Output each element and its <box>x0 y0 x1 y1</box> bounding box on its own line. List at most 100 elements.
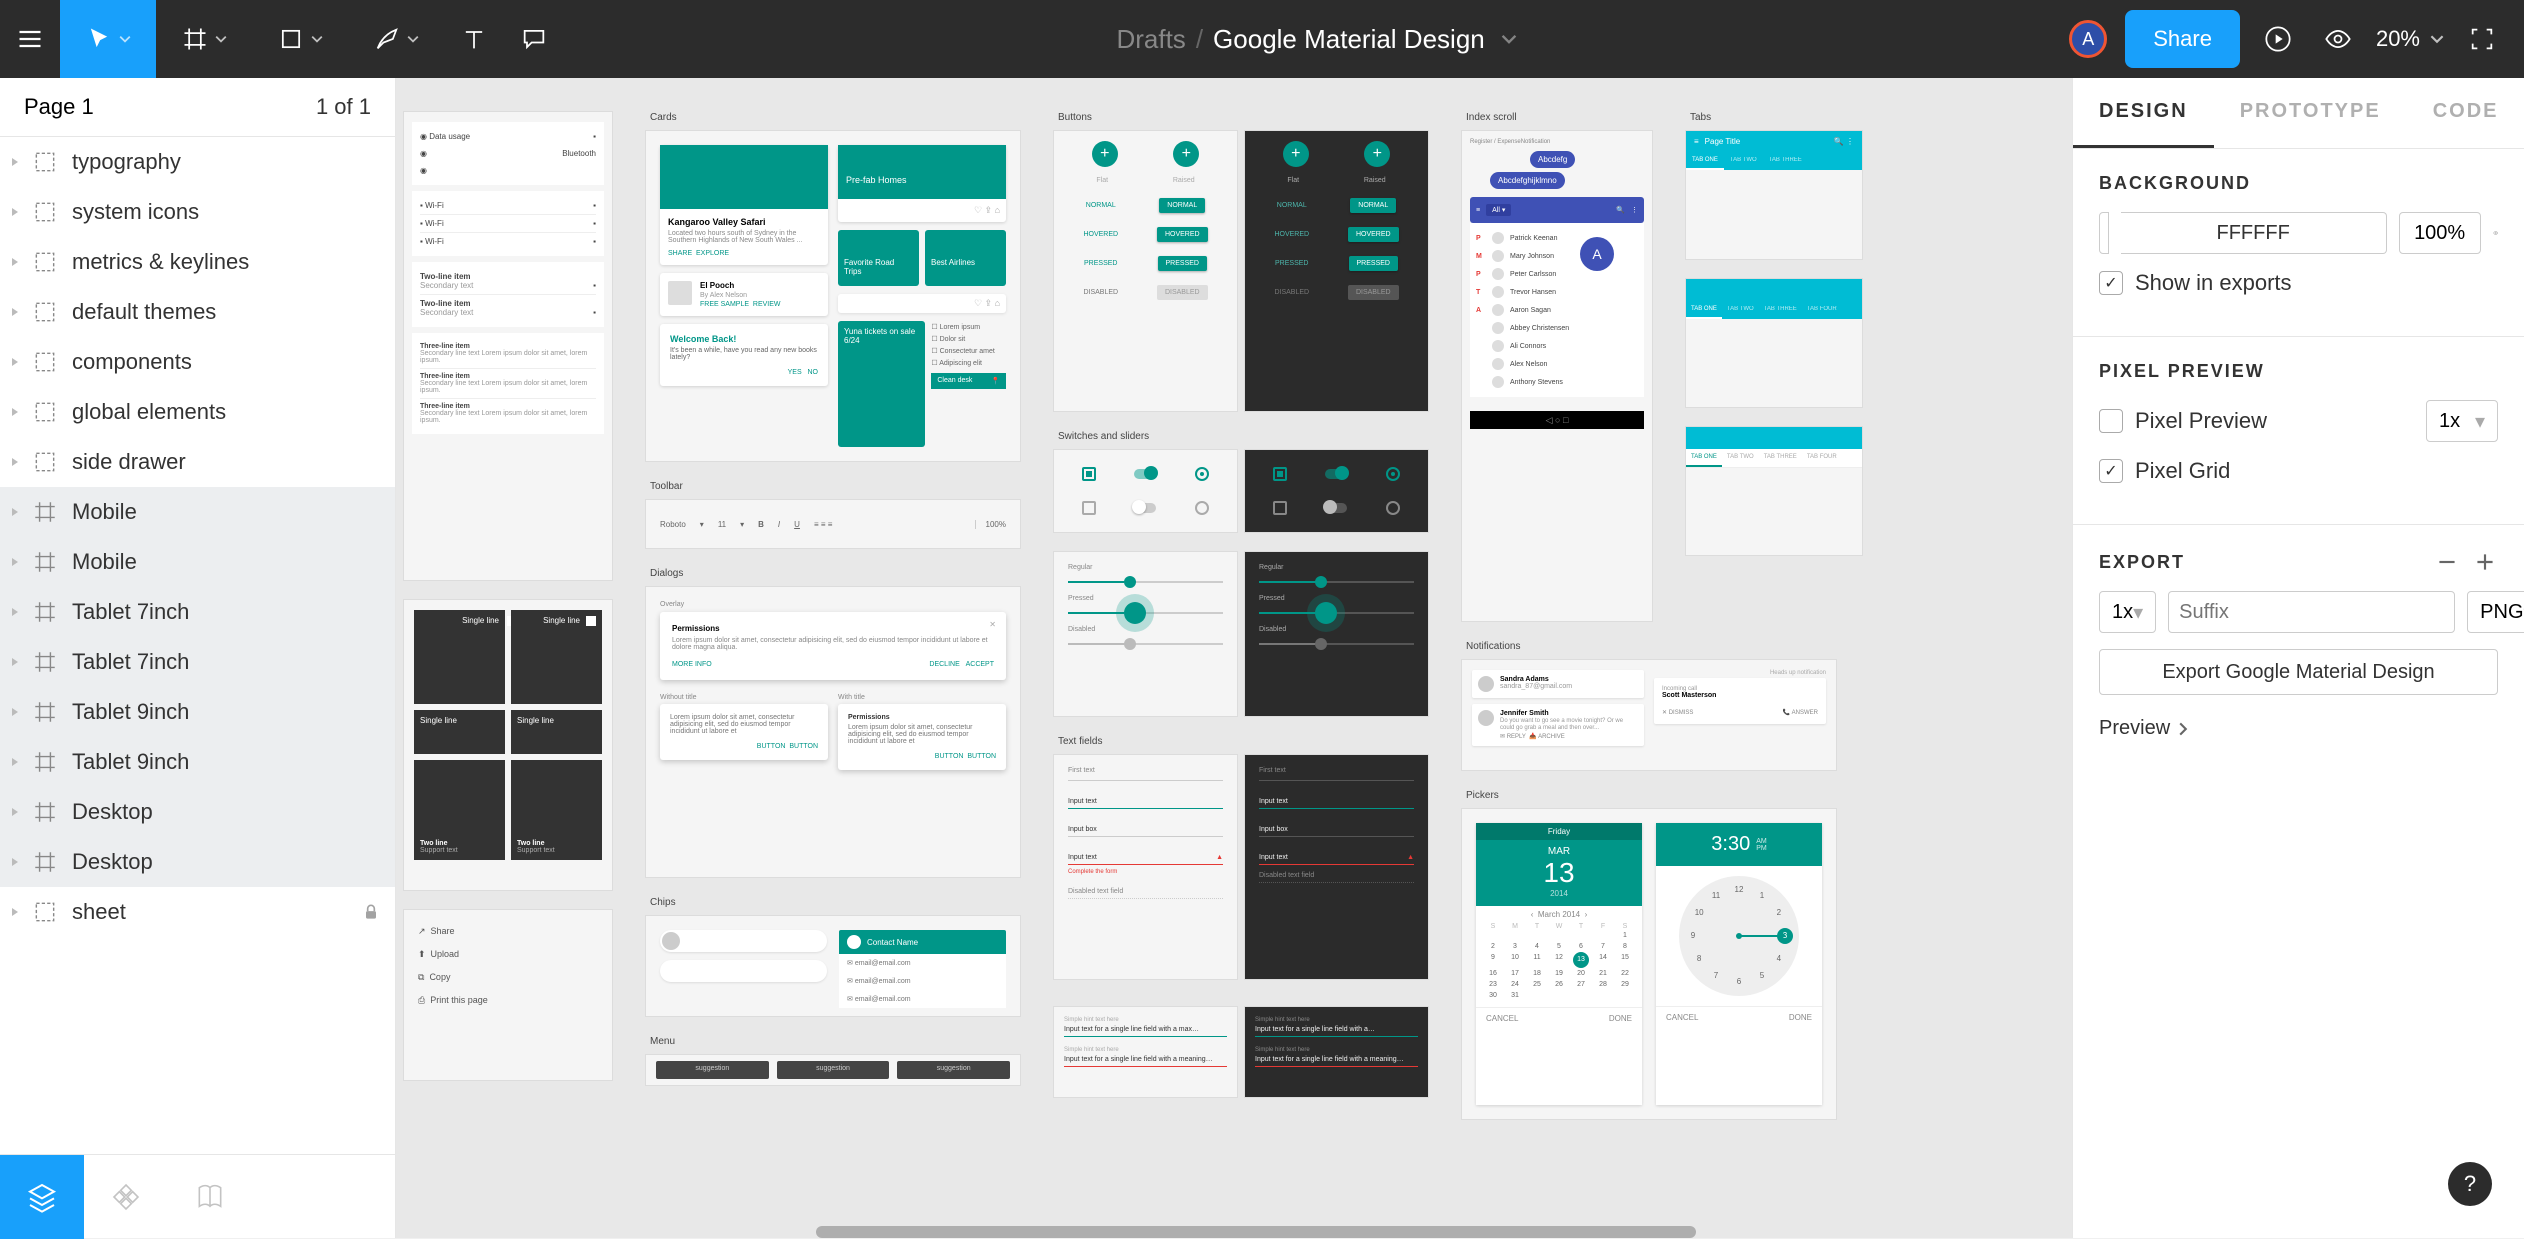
group-icon <box>32 149 58 175</box>
layer-row[interactable]: Mobile <box>0 537 395 587</box>
export-preview-toggle[interactable]: Preview <box>2099 717 2498 740</box>
expand-panel-button[interactable] <box>2452 0 2512 78</box>
tab-design[interactable]: DESIGN <box>2073 78 2214 148</box>
layer-label: components <box>72 349 192 375</box>
layer-row[interactable]: Desktop <box>0 787 395 837</box>
layer-row[interactable]: Tablet 7inch <box>0 587 395 637</box>
group-icon <box>32 899 58 925</box>
left-panel-tabs <box>0 1154 395 1238</box>
frame-icon <box>32 699 58 725</box>
export-button[interactable]: Export Google Material Design <box>2099 649 2498 695</box>
layer-row[interactable]: sheet <box>0 887 395 937</box>
layer-row[interactable]: Desktop <box>0 837 395 887</box>
layer-row[interactable]: metrics & keylines <box>0 237 395 287</box>
layer-row[interactable]: global elements <box>0 387 395 437</box>
layer-row[interactable]: Mobile <box>0 487 395 537</box>
group-icon <box>32 449 58 475</box>
export-format-select[interactable]: PNG▾ <box>2467 591 2524 633</box>
layer-label: Desktop <box>72 799 153 825</box>
frame-icon <box>32 799 58 825</box>
layer-row[interactable]: typography <box>0 137 395 187</box>
layer-label: Mobile <box>72 499 137 525</box>
layer-label: Tablet 9inch <box>72 749 189 775</box>
layer-row[interactable]: Tablet 7inch <box>0 637 395 687</box>
move-tool-button[interactable] <box>60 0 156 78</box>
layers-icon <box>26 1181 58 1213</box>
frame-icon <box>32 849 58 875</box>
play-icon <box>2264 25 2292 53</box>
zoom-value: 20% <box>2376 26 2420 52</box>
opacity-input[interactable] <box>2399 212 2481 254</box>
layer-label: Desktop <box>72 849 153 875</box>
share-button[interactable]: Share <box>2125 10 2240 68</box>
layers-tab[interactable] <box>0 1155 84 1239</box>
shape-tool-button[interactable] <box>252 0 348 78</box>
pixel-grid-checkbox[interactable] <box>2099 459 2123 483</box>
expand-icon <box>2468 25 2496 53</box>
library-tab[interactable] <box>168 1155 252 1239</box>
layer-row[interactable]: side drawer <box>0 437 395 487</box>
tab-code[interactable]: CODE <box>2407 78 2524 148</box>
chevron-right-icon <box>2176 722 2190 736</box>
chevron-down-icon <box>311 33 323 45</box>
zoom-control[interactable]: 20% <box>2368 26 2452 52</box>
section-title: BACKGROUND <box>2099 173 2498 194</box>
minus-icon[interactable] <box>2434 549 2460 575</box>
group-icon <box>32 299 58 325</box>
page-name: Page 1 <box>24 94 94 120</box>
avatar[interactable]: A <box>2069 20 2107 58</box>
components-tab[interactable] <box>84 1155 168 1239</box>
group-icon <box>32 349 58 375</box>
eye-icon[interactable] <box>2493 219 2498 247</box>
layer-row[interactable]: Tablet 9inch <box>0 737 395 787</box>
inspector-tabs: DESIGN PROTOTYPE CODE <box>2073 78 2524 149</box>
eye-icon <box>2324 25 2352 53</box>
pixel-preview-scale-select[interactable]: 1x▾ <box>2426 400 2498 442</box>
hamburger-menu-button[interactable] <box>0 0 60 78</box>
layer-label: Tablet 7inch <box>72 599 189 625</box>
page-count: 1 of 1 <box>316 94 371 120</box>
layer-row[interactable]: system icons <box>0 187 395 237</box>
pen-icon <box>373 25 401 53</box>
chevron-down-icon <box>215 33 227 45</box>
group-icon <box>32 399 58 425</box>
canvas-scrollbar[interactable] <box>816 1226 1696 1238</box>
layer-label: system icons <box>72 199 199 225</box>
layer-label: sheet <box>72 899 126 925</box>
hex-input[interactable] <box>2121 212 2387 254</box>
pen-tool-button[interactable] <box>348 0 444 78</box>
section-title: PIXEL PREVIEW <box>2099 361 2498 382</box>
breadcrumb-location: Drafts <box>1116 24 1185 55</box>
layer-row[interactable]: Tablet 9inch <box>0 687 395 737</box>
frame-icon <box>181 25 209 53</box>
text-tool-button[interactable] <box>444 0 504 78</box>
document-title[interactable]: Drafts / Google Material Design <box>564 24 2069 55</box>
tab-prototype[interactable]: PROTOTYPE <box>2214 78 2407 148</box>
lock-icon <box>361 902 381 922</box>
comment-icon <box>520 25 548 53</box>
frame-icon <box>32 549 58 575</box>
layers-list: typography system icons metrics & keylines… <box>0 137 395 1154</box>
comment-tool-button[interactable] <box>504 0 564 78</box>
page-selector[interactable]: Page 1 1 of 1 <box>0 78 395 137</box>
layer-row[interactable]: default themes <box>0 287 395 337</box>
plus-icon[interactable] <box>2472 549 2498 575</box>
color-swatch[interactable] <box>2099 212 2109 254</box>
export-scale-select[interactable]: 1x▾ <box>2099 591 2156 633</box>
layer-label: global elements <box>72 399 226 425</box>
section-title: EXPORT <box>2099 552 2422 573</box>
chevron-down-icon <box>119 33 131 45</box>
canvas[interactable]: ◉ Data usage▪ ◉ Bluetooth ◉ ▪ Wi-Fi▪ ▪ W… <box>396 78 2072 1238</box>
frame-tool-button[interactable] <box>156 0 252 78</box>
frame-icon <box>32 649 58 675</box>
layer-row[interactable]: components <box>0 337 395 387</box>
layer-label: side drawer <box>72 449 186 475</box>
help-button[interactable]: ? <box>2448 1162 2492 1206</box>
chevron-down-icon <box>407 33 419 45</box>
show-in-exports-checkbox[interactable] <box>2099 271 2123 295</box>
pixel-preview-checkbox[interactable] <box>2099 409 2123 433</box>
present-button[interactable] <box>2248 0 2308 78</box>
view-settings-button[interactable] <box>2308 0 2368 78</box>
show-in-exports-label: Show in exports <box>2135 270 2292 296</box>
export-suffix-input[interactable] <box>2168 591 2455 633</box>
